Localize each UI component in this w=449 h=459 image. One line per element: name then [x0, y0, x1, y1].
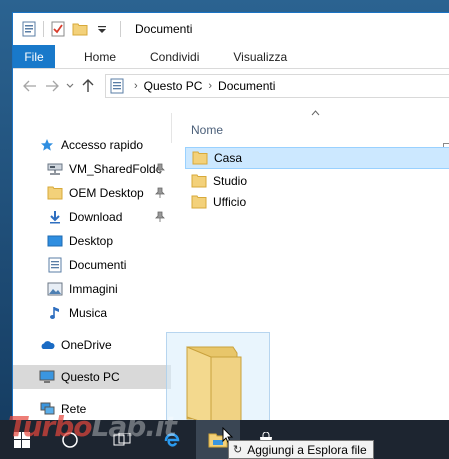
breadcrumb-separator-icon[interactable]: › [208, 80, 212, 92]
nav-item-label: OneDrive [61, 338, 112, 352]
pin-icon[interactable] [155, 211, 165, 223]
cloud-icon [39, 337, 55, 353]
file-name: Casa [214, 151, 243, 165]
column-divider [171, 113, 172, 143]
nav-item-label: Desktop [69, 234, 114, 248]
nav-item-desktop[interactable]: Desktop [13, 229, 171, 253]
nav-item-download[interactable]: Download [13, 205, 171, 229]
column-header-name[interactable]: Nome [191, 123, 223, 137]
nav-item-label: OEM Desktop [69, 186, 144, 200]
customize-toolbar-icon[interactable] [94, 21, 110, 37]
up-arrow-icon[interactable] [77, 74, 99, 98]
properties-icon[interactable] [21, 21, 37, 37]
nav-item-label: Accesso rapido [61, 138, 144, 152]
nav-item-musica[interactable]: Musica [13, 301, 171, 325]
pictures-icon [47, 281, 63, 297]
nav-item-label: Musica [69, 306, 108, 320]
nav-item-label: VM_SharedFolde [69, 162, 163, 176]
breadcrumb-documenti[interactable]: Documenti [218, 79, 275, 93]
recent-locations-chevron-icon[interactable] [63, 74, 77, 98]
drag-preview [166, 332, 270, 428]
file-name: Studio [213, 174, 248, 188]
folder-icon [192, 151, 208, 165]
download-icon [47, 209, 63, 225]
address-row: › Questo PC › Documenti [13, 69, 449, 103]
tab-home[interactable]: Home [55, 45, 133, 68]
checkmark-icon[interactable] [50, 21, 66, 37]
nav-item-vm-sharedfolder[interactable]: VM_SharedFolde [13, 157, 171, 181]
link-arrow-icon: ↻ [233, 444, 243, 456]
navigation-pane: Accesso rapido VM_SharedFolde OEM Deskto… [13, 103, 171, 420]
nav-item-label: Documenti [69, 258, 127, 272]
window-title: Documenti [135, 22, 193, 36]
breadcrumb-questo-pc[interactable]: Questo PC [144, 79, 203, 93]
nav-item-immagini[interactable]: Immagini [13, 277, 171, 301]
tab-condividi[interactable]: Condividi [133, 45, 216, 68]
title-separator [120, 21, 121, 37]
tab-file[interactable]: File [13, 45, 55, 68]
title-bar: Documenti [13, 13, 449, 45]
file-row-ufficio[interactable]: Ufficio [185, 191, 449, 213]
file-row-casa[interactable]: Casa [185, 147, 449, 169]
file-row-studio[interactable]: Studio [185, 170, 449, 192]
nav-item-accesso-rapido[interactable]: Accesso rapido [13, 133, 171, 157]
tab-visualizza[interactable]: Visualizza [216, 45, 304, 68]
drag-tooltip: ↻ Aggiungi a Esplora file [228, 440, 374, 459]
nav-item-label: Download [69, 210, 123, 224]
nav-item-onedrive[interactable]: OneDrive [13, 333, 171, 357]
ribbon-tabs: File Home Condividi Visualizza [13, 45, 449, 69]
sort-ascending-icon [311, 108, 320, 119]
documents-icon [47, 257, 63, 273]
folder-icon [47, 185, 63, 201]
nav-item-oem-desktop[interactable]: OEM Desktop [13, 181, 171, 205]
nav-item-label: Questo PC [61, 370, 120, 384]
music-icon [47, 305, 63, 321]
back-arrow-icon[interactable] [19, 74, 41, 98]
pin-icon[interactable] [155, 187, 165, 199]
nav-item-label: Immagini [69, 282, 118, 296]
quick-access-separator [43, 21, 44, 37]
star-icon [39, 137, 55, 153]
dragged-folder-icon [186, 346, 242, 426]
documents-location-icon [110, 78, 124, 94]
computer-icon [39, 369, 55, 385]
folder-icon [191, 174, 207, 188]
new-folder-icon[interactable] [72, 21, 88, 37]
nav-item-questo-pc[interactable]: Questo PC [13, 365, 171, 389]
breadcrumb-separator-icon[interactable]: › [134, 80, 138, 92]
desktop-icon [47, 233, 63, 249]
forward-arrow-icon[interactable] [41, 74, 63, 98]
watermark-logo: TurboLab.it [8, 410, 177, 443]
folder-icon [191, 195, 207, 209]
nav-item-documenti[interactable]: Documenti [13, 253, 171, 277]
file-name: Ufficio [213, 195, 247, 209]
tooltip-text: Aggiungi a Esplora file [247, 442, 367, 457]
address-bar[interactable]: › Questo PC › Documenti [105, 74, 449, 98]
network-drive-icon [47, 161, 63, 177]
pin-icon[interactable] [155, 163, 165, 175]
